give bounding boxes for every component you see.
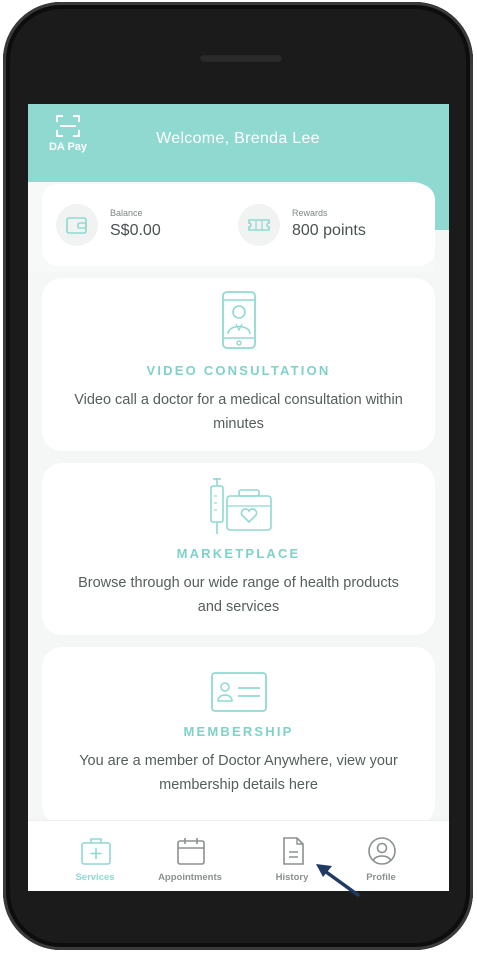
membership-card-icon [210, 672, 267, 712]
balance-label: Balance [110, 208, 143, 218]
tab-services-label: Services [75, 872, 115, 883]
balance-item[interactable]: Balance S$0.00 [56, 200, 206, 250]
video-consultation-title: VIDEO CONSULTATION [146, 363, 331, 378]
tab-services[interactable]: Services [45, 821, 145, 891]
video-consultation-description: Video call a doctor for a medical consul… [74, 392, 403, 432]
ticket-icon [248, 219, 270, 231]
document-icon [283, 837, 304, 865]
pointer-arrow-icon [316, 864, 360, 897]
marketplace-description: Browse through our wide range of health … [78, 575, 399, 615]
marketplace-card[interactable]: MARKETPLACE Browse through our wide rang… [42, 463, 435, 635]
wallet-icon-badge [56, 204, 98, 246]
doctor-phone-icon [221, 291, 256, 349]
marketplace-title: MARKETPLACE [176, 546, 301, 561]
welcome-text: Welcome, Brenda Lee [156, 130, 320, 147]
user-circle-icon [368, 837, 396, 865]
tab-appointments-label: Appointments [158, 872, 222, 883]
calendar-icon [177, 838, 205, 865]
da-pay-label: DA Pay [48, 141, 88, 153]
video-consultation-card[interactable]: VIDEO CONSULTATION Video call a doctor f… [42, 278, 435, 451]
rewards-value: 800 points [292, 222, 366, 239]
phone-frame: DA Pay Welcome, Brenda Lee Balance S$0.0… [3, 2, 473, 950]
medical-bag-syringe-icon [209, 478, 272, 534]
wallet-icon [66, 217, 87, 234]
rewards-label: Rewards [292, 208, 328, 218]
ticket-icon-badge [238, 204, 280, 246]
da-pay-button[interactable]: DA Pay [48, 114, 88, 164]
phone-speaker [199, 54, 283, 63]
wallet-card: Balance S$0.00 Rewards 800 points [42, 184, 435, 266]
bottom-tab-bar: Services Appointments History Profile [28, 820, 449, 891]
balance-value: S$0.00 [110, 222, 161, 239]
membership-description: You are a member of Doctor Anywhere, vie… [79, 753, 398, 793]
app-screen: DA Pay Welcome, Brenda Lee Balance S$0.0… [28, 104, 449, 891]
membership-card[interactable]: MEMBERSHIP You are a member of Doctor An… [42, 647, 435, 825]
medical-kit-icon [81, 838, 111, 865]
rewards-item[interactable]: Rewards 800 points [238, 200, 408, 250]
tab-appointments[interactable]: Appointments [140, 821, 240, 891]
scan-icon [56, 115, 80, 137]
membership-title: MEMBERSHIP [183, 724, 294, 739]
